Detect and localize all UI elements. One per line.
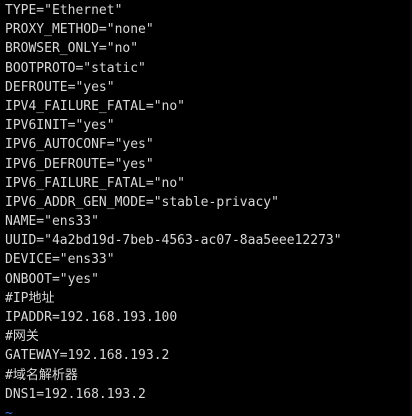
config-line-onboot: ONBOOT="yes" xyxy=(5,271,99,287)
comment-line-gateway: #网关 xyxy=(5,329,39,345)
config-line-ipv6init: IPV6INIT="yes" xyxy=(5,118,115,134)
comment-line-dns: #域名解析器 xyxy=(5,367,78,383)
config-line-uuid: UUID="4a2bd19d-7beb-4563-ac07-8aa5eee122… xyxy=(5,233,342,249)
comment-line-ip-address: #IP地址 xyxy=(5,290,55,306)
config-line-ipaddr: IPADDR=192.168.193.100 xyxy=(5,310,178,325)
terminal-editor[interactable]: TYPE="Ethernet" PROXY_METHOD="none" BROW… xyxy=(0,0,412,416)
config-line-ipv6-failure-fatal: IPV6_FAILURE_FATAL="no" xyxy=(5,175,186,191)
config-line-type: TYPE="Ethernet" xyxy=(5,3,123,18)
config-line-dns1: DNS1=192.168.193.2 xyxy=(5,386,146,402)
config-line-gateway: GATEWAY=192.168.193.2 xyxy=(5,348,170,364)
config-line-bootproto: BOOTPROTO="static" xyxy=(5,60,146,76)
empty-line-markers: ~ xyxy=(5,404,412,416)
config-line-device: DEVICE="ens33" xyxy=(5,252,115,268)
config-line-proxy-method: PROXY_METHOD="none" xyxy=(5,22,154,38)
config-line-defroute: DEFROUTE="yes" xyxy=(5,79,115,95)
empty-line-tilde: ~ xyxy=(5,405,13,416)
config-line-browser-only: BROWSER_ONLY="no" xyxy=(5,41,139,57)
config-line-name: NAME="ens33" xyxy=(5,214,99,230)
config-line-ipv4-failure-fatal: IPV4_FAILURE_FATAL="no" xyxy=(5,98,186,114)
config-line-ipv6-defroute: IPV6_DEFROUTE="yes" xyxy=(5,156,154,172)
config-line-ipv6-autoconf: IPV6_AUTOCONF="yes" xyxy=(5,137,154,153)
config-line-ipv6-addr-gen-mode: IPV6_ADDR_GEN_MODE="stable-privacy" xyxy=(5,194,279,210)
